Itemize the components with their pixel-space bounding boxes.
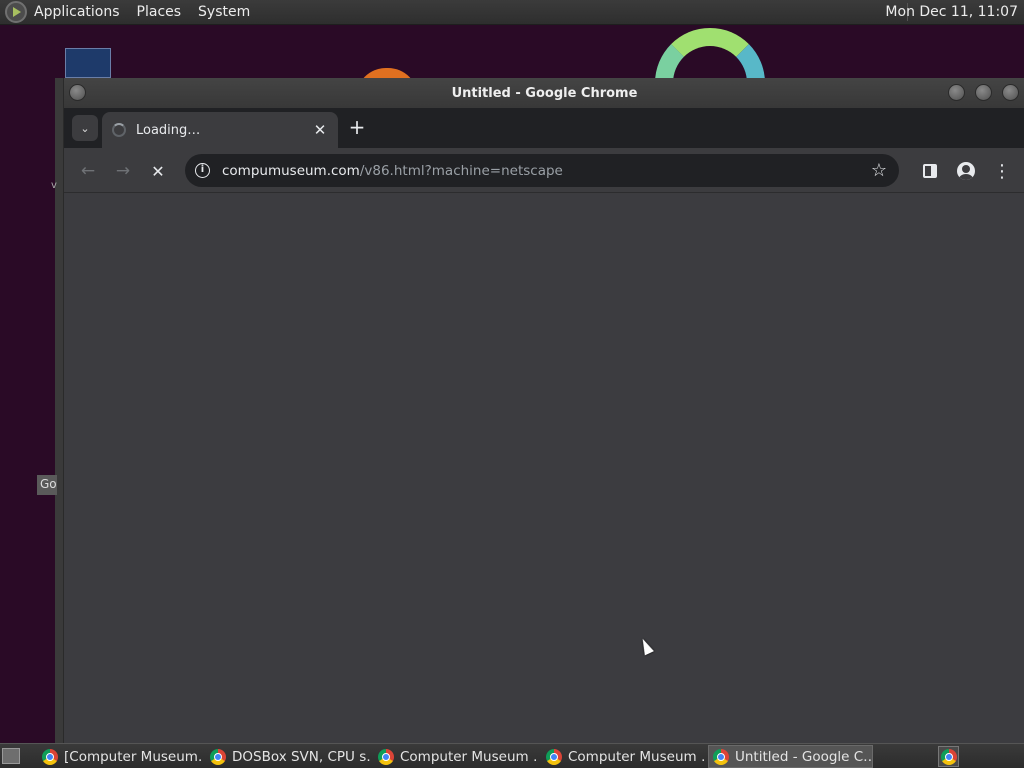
taskbar-item-label: Computer Museum … — [400, 748, 539, 765]
taskbar-item-label: Untitled - Google C… — [735, 748, 873, 765]
tab-close-icon[interactable]: ✕ — [310, 120, 330, 140]
profile-button[interactable] — [952, 157, 980, 185]
background-go-button[interactable]: Go — [37, 475, 57, 495]
show-desktop-button[interactable] — [2, 748, 20, 764]
window-title-bar[interactable]: Untitled - Google Chrome — [64, 78, 1024, 108]
taskbar-item-active[interactable]: Untitled - Google C… — [708, 745, 873, 768]
tab-title: Loading… — [136, 122, 201, 138]
chrome-icon — [42, 748, 58, 765]
forward-button[interactable]: → — [109, 157, 137, 185]
minimize-button[interactable] — [948, 84, 965, 101]
plus-icon: + — [348, 115, 366, 139]
chrome-icon — [713, 748, 729, 765]
new-tab-button[interactable]: + — [344, 115, 370, 141]
background-window-edge — [55, 78, 63, 743]
chrome-window: Untitled - Google Chrome ⌄ Loading… ✕ + … — [63, 78, 1024, 743]
window-close-button[interactable] — [1002, 84, 1019, 101]
loading-spinner-icon — [112, 123, 126, 137]
desktop-window-thumbnail[interactable] — [65, 48, 111, 78]
side-panel-icon — [923, 164, 937, 178]
url-path: /v86.html?machine=netscape — [359, 162, 563, 179]
applications-menu[interactable]: Applications — [34, 4, 120, 20]
window-menu-button[interactable] — [69, 84, 86, 101]
taskbar-item[interactable]: Computer Museum … — [542, 745, 707, 768]
maximize-button[interactable] — [975, 84, 992, 101]
url-host: compumuseum.com — [222, 162, 360, 179]
site-info-icon[interactable]: i — [195, 163, 210, 178]
taskbar-item[interactable]: [Computer Museum… — [38, 745, 203, 768]
mouse-pointer-icon — [638, 636, 654, 656]
chrome-icon — [940, 748, 957, 765]
system-menu[interactable]: System — [198, 4, 250, 20]
taskbar-item-label: Computer Museum … — [568, 748, 707, 765]
distro-logo-icon[interactable] — [5, 1, 27, 23]
chrome-icon — [210, 748, 226, 765]
tab-search-button[interactable]: ⌄ — [72, 115, 98, 141]
window-title: Untitled - Google Chrome — [451, 85, 638, 101]
taskbar-item-label: DOSBox SVN, CPU s… — [232, 748, 371, 765]
stop-loading-button[interactable]: ✕ — [144, 157, 172, 185]
arrow-left-icon: ← — [80, 161, 96, 181]
taskbar-item[interactable]: DOSBox SVN, CPU s… — [206, 745, 371, 768]
taskbar-item-label: [Computer Museum… — [64, 748, 203, 765]
taskbar-item[interactable]: Computer Museum … — [374, 745, 539, 768]
bookmark-star-icon[interactable]: ☆ — [871, 160, 887, 181]
chrome-icon — [546, 748, 562, 765]
places-menu[interactable]: Places — [137, 4, 182, 20]
chrome-icon — [378, 748, 394, 765]
tab-strip: ⌄ Loading… ✕ + — [64, 108, 1024, 148]
arrow-right-icon: → — [115, 161, 131, 181]
chrome-menu-button[interactable]: ⋮ — [988, 157, 1016, 185]
back-button[interactable]: ← — [74, 157, 102, 185]
page-viewport[interactable] — [64, 194, 1024, 743]
clock[interactable]: Mon Dec 11, 11:07 — [885, 4, 1018, 20]
background-window-text: v — [51, 180, 57, 191]
profile-icon — [957, 162, 975, 180]
taskbar: [Computer Museum… DOSBox SVN, CPU s… Com… — [0, 743, 1024, 768]
tab-active[interactable]: Loading… ✕ — [102, 112, 338, 148]
side-panel-button[interactable] — [916, 157, 944, 185]
address-bar[interactable]: i compumuseum.com /v86.html?machine=nets… — [185, 154, 899, 187]
more-vertical-icon: ⋮ — [993, 160, 1011, 182]
tray-chrome-button[interactable] — [938, 746, 959, 767]
close-icon: ✕ — [151, 161, 165, 181]
browser-toolbar: ← → ✕ i compumuseum.com /v86.html?machin… — [64, 148, 1024, 193]
top-panel: Applications Places System Mon Dec 11, 1… — [0, 0, 1024, 25]
chevron-down-icon: ⌄ — [80, 121, 90, 135]
